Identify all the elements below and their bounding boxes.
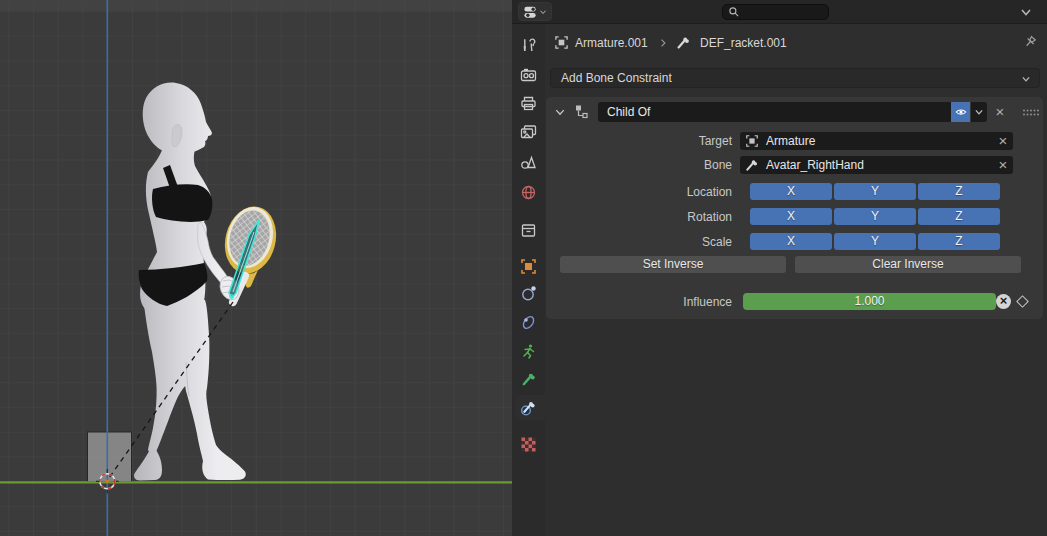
bone-value: Avatar_RightHand: [766, 156, 864, 174]
clear-animation-button[interactable]: ×: [996, 294, 1011, 309]
tab-object[interactable]: [520, 258, 537, 275]
scale-z-toggle[interactable]: Z: [918, 233, 1000, 250]
target-value: Armature: [766, 132, 815, 150]
header-menu-chevron[interactable]: [1018, 4, 1034, 20]
chevron-down-icon: [974, 107, 984, 117]
rotation-x-toggle[interactable]: X: [750, 208, 832, 225]
tab-bone[interactable]: [520, 371, 537, 388]
scale-x-toggle[interactable]: X: [750, 233, 832, 250]
location-label: Location: [687, 183, 732, 201]
tab-collection[interactable]: [520, 222, 537, 239]
constraint-delete-button[interactable]: ×: [993, 103, 1007, 121]
scale-axes: X Y Z: [750, 233, 1000, 250]
blender-window: Armature.001 DEF_racket.001 Add Bone Con…: [0, 0, 1047, 536]
constraint-extras-dropdown[interactable]: [971, 102, 987, 122]
constraint-name-field[interactable]: Child Of: [598, 102, 951, 122]
clear-bone-icon[interactable]: ×: [996, 156, 1010, 174]
add-bone-constraint-dropdown[interactable]: Add Bone Constraint: [550, 68, 1040, 88]
search-icon: [728, 6, 740, 18]
constraint-enable-eye-button[interactable]: [951, 102, 970, 122]
location-axes: X Y Z: [750, 183, 1000, 200]
tab-render[interactable]: [520, 67, 537, 84]
location-y-toggle[interactable]: Y: [834, 183, 916, 200]
child-of-constraint-icon: [573, 103, 589, 122]
object-icon: [745, 134, 759, 148]
clear-target-icon[interactable]: ×: [996, 132, 1010, 150]
bone-label: Bone: [704, 156, 732, 174]
breadcrumb-object[interactable]: Armature.001: [575, 35, 648, 51]
bone-icon: [744, 158, 759, 173]
tab-physics[interactable]: [520, 285, 537, 302]
rotation-label: Rotation: [687, 208, 732, 226]
object-icon: [554, 35, 570, 51]
constraint-panel-child-of: Child Of × Target Armature × Bone A: [546, 97, 1043, 319]
tab-view-layer[interactable]: [520, 124, 537, 141]
viewport-3d[interactable]: [0, 0, 512, 536]
location-z-toggle[interactable]: Z: [918, 183, 1000, 200]
tab-bone-constraint[interactable]: [520, 399, 537, 416]
rotation-y-toggle[interactable]: Y: [834, 208, 916, 225]
tab-output[interactable]: [520, 95, 537, 112]
tab-tool[interactable]: [520, 37, 537, 54]
search-input[interactable]: [722, 4, 829, 20]
add-bone-constraint-label: Add Bone Constraint: [561, 71, 672, 85]
target-field[interactable]: Armature ×: [740, 132, 1013, 150]
set-inverse-button[interactable]: Set Inverse: [560, 256, 786, 273]
rotation-z-toggle[interactable]: Z: [918, 208, 1000, 225]
breadcrumb-bone[interactable]: DEF_racket.001: [700, 35, 787, 51]
properties-editor-icon: [523, 4, 538, 20]
tab-scene[interactable]: [520, 154, 537, 171]
breadcrumb-separator-icon: [657, 37, 669, 52]
bone-field[interactable]: Avatar_RightHand ×: [740, 156, 1013, 174]
tab-world[interactable]: [520, 184, 537, 201]
scale-y-toggle[interactable]: Y: [834, 233, 916, 250]
properties-header: [512, 0, 1047, 24]
constraint-name-text: Child Of: [607, 105, 650, 119]
scale-label: Scale: [702, 233, 732, 251]
tab-texture[interactable]: [520, 436, 537, 453]
rotation-axes: X Y Z: [750, 208, 1000, 225]
influence-label: Influence: [683, 293, 732, 311]
influence-slider[interactable]: 1.000: [743, 293, 996, 310]
tab-object-data[interactable]: [520, 343, 537, 360]
keyframe-decorator-icon[interactable]: [1016, 295, 1029, 308]
properties-tab-strip: [512, 24, 545, 536]
pin-icon[interactable]: [1022, 34, 1038, 50]
target-label: Target: [699, 132, 732, 150]
tab-object-constraints[interactable]: [520, 314, 537, 331]
location-x-toggle[interactable]: X: [750, 183, 832, 200]
editor-type-button[interactable]: [518, 2, 552, 21]
chevron-down-icon: [539, 8, 547, 16]
eye-icon: [954, 105, 968, 119]
clear-inverse-button[interactable]: Clear Inverse: [795, 256, 1021, 273]
bone-icon: [675, 35, 692, 51]
panel-expand-chevron[interactable]: [554, 106, 566, 121]
drag-handle-icon[interactable]: [1022, 107, 1039, 121]
chevron-down-icon: [1021, 74, 1031, 84]
properties-main: Armature.001 DEF_racket.001 Add Bone Con…: [545, 24, 1047, 536]
viewport-scene: [0, 0, 512, 536]
